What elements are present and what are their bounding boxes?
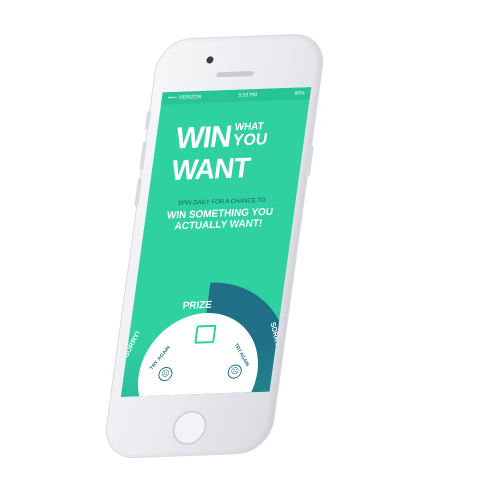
- you-word: YOU: [231, 131, 269, 150]
- sorry-left-label: SORRY!: [123, 330, 142, 359]
- wheel-inner-ring: TRY AGAIN TRY AGAIN ☹ ☹ W: [130, 310, 266, 397]
- power-button: [305, 145, 315, 177]
- gift-icon: [194, 324, 217, 344]
- phone-device: ••••○ VERIZON 5:53 PM 80% WIN WHAT YOU W…: [102, 34, 327, 459]
- battery-label: 80%: [294, 90, 305, 97]
- sad-face-left-icon: ☹: [157, 366, 174, 382]
- sad-face-right-icon: ☹: [226, 364, 243, 379]
- win-word: WIN: [173, 120, 234, 156]
- hero-tagline: WIN SOMETHING YOU ACTUALLY WANT!: [143, 206, 295, 234]
- front-camera: [206, 56, 214, 64]
- volume-down-button: [134, 177, 143, 207]
- want-word: WANT: [169, 151, 252, 187]
- prize-segment-label: PRIZE: [181, 299, 213, 312]
- earpiece-speaker: [215, 70, 255, 78]
- mute-switch: [144, 111, 152, 130]
- app-screen: ••••○ VERIZON 5:53 PM 80% WIN WHAT YOU W…: [120, 87, 312, 397]
- sorry-right-label: SORRY: [268, 321, 281, 348]
- volume-up-button: [139, 141, 148, 171]
- prize-wheel[interactable]: PRIZE SORRY! SORRY TRY AGAIN TRY AGAIN ☹…: [120, 279, 300, 397]
- home-button[interactable]: [170, 409, 209, 446]
- time-label: 5:53 PM: [238, 92, 258, 99]
- carrier-label: ••••○ VERIZON: [167, 94, 202, 102]
- center-logo-icon[interactable]: W: [185, 393, 204, 397]
- hero-title: WIN WHAT YOU WANT: [148, 99, 309, 196]
